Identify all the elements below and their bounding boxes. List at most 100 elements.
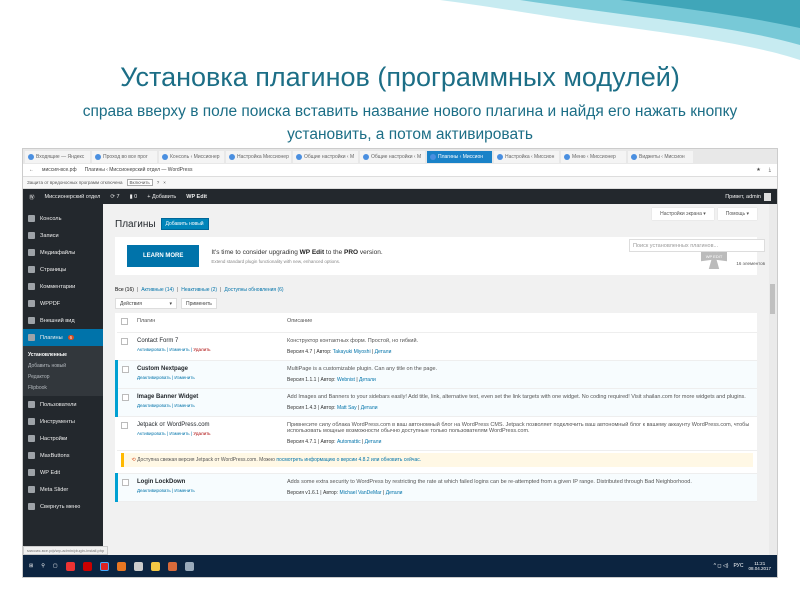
row-checkbox[interactable] [120, 338, 128, 345]
details-link[interactable]: Детали [361, 405, 378, 411]
star-icon[interactable]: ★ [756, 167, 760, 173]
help-button[interactable]: Помощь ▾ [717, 208, 757, 220]
edit-link[interactable]: Изменить [169, 347, 189, 352]
sidebar-item[interactable]: Записи [23, 227, 103, 244]
sidebar-item[interactable]: Консоль [23, 210, 103, 227]
author-link[interactable]: Matt Say [337, 405, 357, 411]
calculator-icon[interactable] [133, 561, 143, 571]
sidebar-item[interactable]: Страницы [23, 261, 103, 278]
delete-link[interactable]: Удалить [193, 347, 210, 352]
browser-tab[interactable]: Настройка Миссионер [226, 150, 291, 163]
edit-link[interactable]: Изменить [174, 488, 194, 493]
submenu-item[interactable]: Редактор [23, 371, 103, 382]
download-icon[interactable]: ⤓ [769, 167, 771, 173]
update-link[interactable]: посмотреть информацию о версии 4.8.2 или… [276, 457, 421, 463]
office-icon[interactable] [167, 561, 177, 571]
screen-options-button[interactable]: Настройки экрана ▾ [652, 208, 714, 220]
toggle-activation-link[interactable]: Активировать [137, 431, 166, 436]
edit-link[interactable]: Изменить [169, 431, 189, 436]
wpedit-link[interactable]: WP Edit [186, 194, 207, 200]
details-link[interactable]: Детали [359, 377, 376, 383]
comments-link[interactable]: ▮ 0 [130, 194, 138, 200]
learn-more-button[interactable]: LEARN MORE [127, 245, 200, 267]
search-icon[interactable]: ⚲ [41, 563, 45, 569]
row-checkbox[interactable] [120, 422, 128, 429]
author-link[interactable]: Takayuki Miyoshi [333, 349, 371, 355]
submenu-item[interactable]: Flipbook [23, 382, 103, 393]
delete-link[interactable]: Удалить [193, 431, 210, 436]
details-link[interactable]: Детали [375, 349, 392, 355]
author-link[interactable]: Michael VanDeMar [339, 490, 381, 496]
sidebar-item[interactable]: Плагины 6 [23, 329, 103, 346]
wordpress-logo-icon[interactable]: Ⓦ [29, 193, 35, 201]
sidebar-item[interactable]: WP Edit [23, 464, 103, 481]
yandex-browser-icon[interactable] [99, 561, 109, 571]
explorer-icon[interactable] [150, 561, 160, 571]
back-icon[interactable]: ← [29, 167, 34, 173]
toggle-activation-link[interactable]: Деактивировать [137, 488, 171, 493]
tray-icons[interactable]: ^ ◻ ◁) [714, 563, 729, 569]
add-new-plugin-button[interactable]: Добавить новый [160, 218, 209, 230]
filter-inactive[interactable]: Неактивные (2) [181, 287, 217, 293]
browser-tab[interactable]: Настройка ‹ Миссион [494, 150, 559, 163]
row-checkbox[interactable] [122, 479, 129, 486]
app-icon[interactable] [184, 561, 194, 571]
browser-tab[interactable]: Плагины ‹ Миссион [427, 150, 492, 163]
close-icon[interactable]: × [163, 180, 166, 185]
filter-all[interactable]: Все (16) [115, 287, 134, 293]
details-link[interactable]: Детали [365, 439, 382, 445]
select-all-checkbox[interactable] [120, 318, 128, 325]
sidebar-item[interactable]: WPPDF [23, 295, 103, 312]
row-checkbox[interactable] [122, 366, 129, 373]
address-bar[interactable]: ← миссия-все.рф Плагины ‹ Миссионерский … [23, 164, 777, 177]
browser-tab[interactable]: Входящие — Яндекс [25, 150, 90, 163]
language[interactable]: РУС [733, 563, 743, 569]
filter-active[interactable]: Активные (14) [141, 287, 174, 293]
edit-link[interactable]: Изменить [174, 403, 194, 408]
filter-updates[interactable]: Доступны обновления (6) [224, 287, 283, 293]
sidebar-item[interactable]: Внешний вид [23, 312, 103, 329]
firefox-icon[interactable] [116, 561, 126, 571]
browser-tab[interactable]: Меню ‹ Миссионер [561, 150, 626, 163]
row-checkbox[interactable] [122, 394, 129, 401]
sidebar-item[interactable]: Инструменты [23, 413, 103, 430]
browser-tab[interactable]: Консоль ‹ Миссионер [159, 150, 224, 163]
browser-tab[interactable]: Проход во все прог [92, 150, 157, 163]
plugin-description: MultiPage is a customizable plugin. Can … [287, 366, 438, 372]
opera-icon[interactable] [82, 561, 92, 571]
site-name[interactable]: Миссионерский отдел [45, 194, 101, 200]
apply-button[interactable]: Применить [181, 298, 217, 309]
sidebar-item[interactable]: Meta Slider [23, 481, 103, 498]
bulk-actions-select[interactable]: Действия ▾ [115, 298, 177, 309]
toggle-activation-link[interactable]: Активировать [137, 347, 166, 352]
toggle-activation-link[interactable]: Деактивировать [137, 403, 171, 408]
sidebar-item[interactable]: Комментарии [23, 278, 103, 295]
task-view-icon[interactable]: ▢ [53, 563, 58, 569]
sidebar-item[interactable]: Пользователи [23, 396, 103, 413]
account-menu[interactable]: Привет, admin [725, 192, 771, 201]
sidebar-item[interactable]: Настройки [23, 430, 103, 447]
browser-tab[interactable]: Общие настройки ‹ М [293, 150, 358, 163]
browser-tab[interactable]: Общие настройки ‹ М [360, 150, 425, 163]
sidebar-item[interactable]: Свернуть меню [23, 498, 103, 515]
windows-start-icon[interactable]: ⊞ [29, 563, 33, 569]
updates-link[interactable]: ⟳ 7 [110, 194, 119, 200]
author-link[interactable]: Webnist [337, 377, 355, 383]
enable-protection-button[interactable]: Включить [126, 179, 153, 186]
toggle-activation-link[interactable]: Деактивировать [137, 375, 171, 380]
plugin-search-input[interactable]: Поиск установленных плагинов... [629, 239, 765, 252]
author-link[interactable]: Automattic [337, 439, 361, 445]
yandex-icon[interactable] [65, 561, 75, 571]
sidebar-item[interactable]: Медиафайлы [23, 244, 103, 261]
help-icon[interactable]: ? [157, 180, 160, 185]
edit-link[interactable]: Изменить [174, 375, 194, 380]
sidebar-item[interactable]: MaxButtons [23, 447, 103, 464]
scrollbar[interactable] [769, 204, 777, 555]
details-link[interactable]: Детали [386, 490, 403, 496]
add-new-link[interactable]: + Добавить [147, 194, 176, 200]
submenu-item[interactable]: Установленные [23, 349, 103, 360]
submenu-item[interactable]: Добавить новый [23, 360, 103, 371]
browser-tab[interactable]: Виджеты ‹ Миссион [628, 150, 693, 163]
url[interactable]: миссия-все.рф [42, 167, 77, 173]
clock[interactable]: 11:21 08.04.2017 [748, 561, 771, 571]
